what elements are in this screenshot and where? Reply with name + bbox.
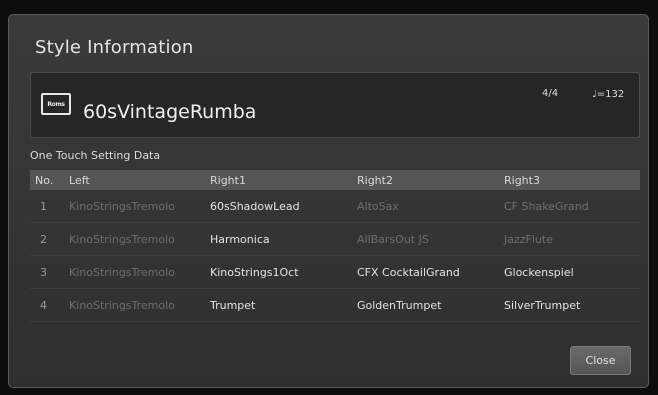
column-header-left: Left xyxy=(64,170,205,190)
cell-left: KinoStringsTremolo xyxy=(64,288,205,322)
cell-right3: JazzFlute xyxy=(499,222,640,256)
cell-right1: KinoStrings1Oct xyxy=(205,255,352,289)
cell-right1: Harmonica xyxy=(205,222,352,256)
style-category-icon-label: Roms xyxy=(47,100,65,108)
one-touch-setting-table: No. Left Right1 Right2 Right3 1 KinoStri… xyxy=(30,170,640,322)
cell-left: KinoStringsTremolo xyxy=(64,255,205,289)
cell-right1: Trumpet xyxy=(205,288,352,322)
row-number: 1 xyxy=(30,190,64,223)
cell-right3: CF ShakeGrand xyxy=(499,190,640,223)
cell-left: KinoStringsTremolo xyxy=(64,190,205,223)
style-category-icon: Roms xyxy=(41,93,71,115)
table-row: 2 KinoStringsTremolo Harmonica AllBarsOu… xyxy=(30,222,640,256)
style-information-dialog: Style Information Roms 60sVintageRumba 4… xyxy=(8,14,649,388)
table-header-row: No. Left Right1 Right2 Right3 xyxy=(30,170,640,190)
row-number: 4 xyxy=(30,288,64,322)
cell-right2: AltoSax xyxy=(352,190,499,223)
table-row: 1 KinoStringsTremolo 60sShadowLead AltoS… xyxy=(30,190,640,223)
cell-right2: CFX CocktailGrand xyxy=(352,255,499,289)
style-info-box: Roms 60sVintageRumba 4/4 ♩=132 xyxy=(30,72,640,138)
column-header-right1: Right1 xyxy=(205,170,352,190)
cell-right1: 60sShadowLead xyxy=(205,190,352,223)
style-name: 60sVintageRumba xyxy=(83,101,257,123)
column-header-right2: Right2 xyxy=(352,170,499,190)
cell-right3: SilverTrumpet xyxy=(499,288,640,322)
cell-right2: AllBarsOut JS xyxy=(352,222,499,256)
tempo: ♩=132 xyxy=(592,89,625,100)
column-header-no: No. xyxy=(30,170,64,190)
dialog-title: Style Information xyxy=(35,37,194,58)
time-signature: 4/4 xyxy=(542,88,559,99)
cell-right3: Glockenspiel xyxy=(499,255,640,289)
table-row: 4 KinoStringsTremolo Trumpet GoldenTrump… xyxy=(30,288,640,322)
cell-left: KinoStringsTremolo xyxy=(64,222,205,256)
one-touch-setting-label: One Touch Setting Data xyxy=(30,149,161,162)
cell-right2: GoldenTrumpet xyxy=(352,288,499,322)
row-number: 3 xyxy=(30,255,64,289)
close-button[interactable]: Close xyxy=(570,346,631,375)
row-number: 2 xyxy=(30,222,64,256)
column-header-right3: Right3 xyxy=(499,170,640,190)
table-row: 3 KinoStringsTremolo KinoStrings1Oct CFX… xyxy=(30,255,640,289)
